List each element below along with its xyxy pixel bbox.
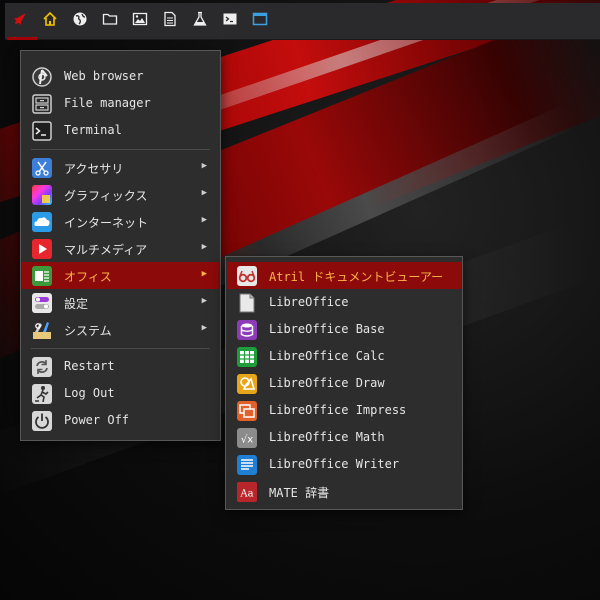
menu-item-libreoffice[interactable]: LibreOffice	[227, 289, 461, 316]
menu-item-libreoffice-impress[interactable]: LibreOffice Impress	[227, 397, 461, 424]
documents-button[interactable]	[155, 6, 185, 36]
menu-item-restart[interactable]: Restart	[22, 353, 219, 380]
menu-item-label: マルチメディア	[64, 243, 148, 257]
menu-item-label: Power Off	[64, 413, 130, 427]
menu-item-settings[interactable]: 設定 ▶	[22, 289, 219, 316]
files-button[interactable]	[95, 6, 125, 36]
restart-icon	[32, 357, 52, 377]
windows-button[interactable]	[245, 6, 275, 36]
menu-item-power-off[interactable]: Power Off	[22, 407, 219, 434]
menu-item-system[interactable]: システム ▶	[22, 316, 219, 343]
menu-item-label: オフィス	[64, 270, 112, 284]
multimedia-icon	[32, 239, 52, 259]
menu-item-label: インターネット	[64, 216, 149, 230]
svg-text:√x: √x	[241, 435, 253, 446]
main-menu: Web browser File manager Terminal アクセサリ …	[20, 50, 221, 441]
system-icon	[32, 320, 52, 340]
menu-item-libreoffice-draw[interactable]: LibreOffice Draw	[227, 370, 461, 397]
menu-item-web-browser[interactable]: Web browser	[22, 63, 219, 90]
menu-item-label: Log Out	[64, 386, 115, 400]
web-button[interactable]	[65, 6, 95, 36]
menu-item-dictionary[interactable]: Aa MATE 辞書	[227, 478, 461, 505]
menu-item-label: File manager	[64, 96, 151, 110]
menu-item-label: LibreOffice	[269, 295, 349, 309]
menu-item-multimedia[interactable]: マルチメディア ▶	[22, 235, 219, 262]
submenu-arrow-icon: ▶	[201, 161, 207, 171]
menu-item-label: 設定	[64, 297, 89, 311]
libreoffice-math-icon: √x	[237, 428, 257, 448]
window-icon	[252, 11, 268, 31]
menu-item-graphics[interactable]: グラフィックス ▶	[22, 181, 219, 208]
images-button[interactable]	[125, 6, 155, 36]
submenu-arrow-icon: ▶	[201, 323, 207, 333]
globe-icon	[72, 11, 88, 31]
menu-item-label: LibreOffice Draw	[269, 376, 385, 390]
menu-item-internet[interactable]: インターネット ▶	[22, 208, 219, 235]
menu-separator	[31, 348, 210, 349]
libreoffice-icon	[237, 293, 257, 313]
main-menu-button[interactable]	[5, 6, 37, 40]
menu-item-label: LibreOffice Writer	[269, 457, 400, 471]
submenu-arrow-icon: ▶	[201, 269, 207, 279]
menu-item-label: LibreOffice Base	[269, 322, 385, 336]
menu-item-label: Web browser	[64, 69, 144, 83]
menu-item-libreoffice-math[interactable]: √x LibreOffice Math	[227, 424, 461, 451]
rocket-icon	[12, 11, 28, 31]
libreoffice-draw-icon	[237, 374, 257, 394]
svg-text:Aa: Aa	[239, 489, 253, 500]
folder-icon	[102, 11, 118, 31]
menu-item-label: LibreOffice Impress	[269, 403, 407, 417]
dictionary-icon: Aa	[237, 482, 257, 502]
menu-item-libreoffice-writer[interactable]: LibreOffice Writer	[227, 451, 461, 478]
menu-item-label: アクセサリ	[64, 162, 124, 176]
office-icon	[32, 266, 52, 286]
web-browser-icon	[32, 67, 52, 87]
menu-item-label: システム	[64, 324, 112, 338]
menu-item-terminal[interactable]: Terminal	[22, 117, 219, 144]
atril-icon	[237, 266, 257, 286]
menu-item-file-manager[interactable]: File manager	[22, 90, 219, 117]
menu-item-accessories[interactable]: アクセサリ ▶	[22, 154, 219, 181]
terminal-button[interactable]	[215, 6, 245, 36]
image-icon	[132, 11, 148, 31]
power-icon	[32, 411, 52, 431]
submenu-arrow-icon: ▶	[201, 188, 207, 198]
flask-icon	[192, 11, 208, 31]
settings-icon	[32, 293, 52, 313]
terminal-app-icon	[32, 121, 52, 141]
file-manager-icon	[32, 94, 52, 114]
menu-item-log-out[interactable]: Log Out	[22, 380, 219, 407]
home-button[interactable]	[35, 6, 65, 36]
submenu-arrow-icon: ▶	[201, 296, 207, 306]
logout-icon	[32, 384, 52, 404]
graphics-icon	[32, 185, 52, 205]
libreoffice-base-icon	[237, 320, 257, 340]
internet-icon	[32, 212, 52, 232]
accessories-icon	[32, 158, 52, 178]
home-icon	[42, 11, 58, 31]
menu-item-label: Atril ドキュメントビューアー	[269, 270, 444, 284]
libreoffice-impress-icon	[237, 401, 257, 421]
libreoffice-calc-icon	[237, 347, 257, 367]
science-button[interactable]	[185, 6, 215, 36]
menu-item-label: Terminal	[64, 123, 122, 137]
menu-item-label: LibreOffice Math	[269, 430, 385, 444]
submenu-arrow-icon: ▶	[201, 215, 207, 225]
menu-item-libreoffice-base[interactable]: LibreOffice Base	[227, 316, 461, 343]
libreoffice-writer-icon	[237, 455, 257, 475]
menu-item-label: MATE 辞書	[269, 486, 330, 500]
document-icon	[162, 11, 178, 31]
top-panel	[5, 3, 600, 40]
submenu-arrow-icon: ▶	[201, 242, 207, 252]
menu-item-office[interactable]: オフィス ▶	[22, 262, 219, 289]
menu-item-libreoffice-calc[interactable]: LibreOffice Calc	[227, 343, 461, 370]
menu-item-label: LibreOffice Calc	[269, 349, 385, 363]
menu-item-atril[interactable]: Atril ドキュメントビューアー	[227, 262, 461, 289]
menu-item-label: Restart	[64, 359, 115, 373]
terminal-icon	[222, 11, 238, 31]
menu-separator	[31, 149, 210, 150]
menu-item-label: グラフィックス	[64, 189, 148, 203]
office-submenu: Atril ドキュメントビューアー LibreOffice LibreOffic…	[225, 256, 463, 510]
